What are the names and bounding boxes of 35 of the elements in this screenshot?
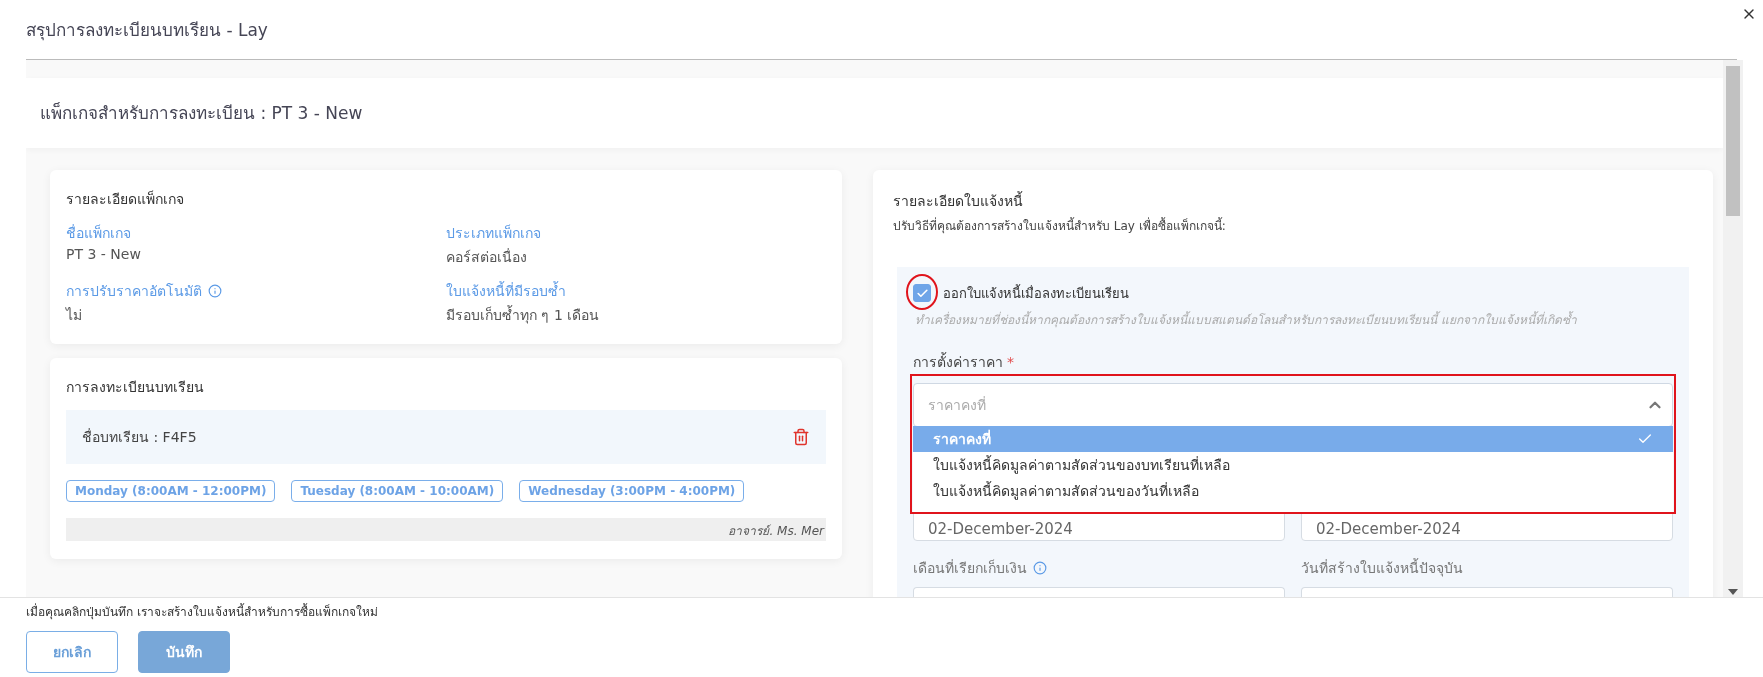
dropdown-option[interactable]: ใบแจ้งหนี้คิดมูลค่าตามสัดส่วนของบทเรียนที่เหลือ (913, 451, 1673, 478)
field-value: คอร์สต่อเนื่อง (446, 247, 528, 267)
card-subtitle: ปรับวิธีที่คุณต้องการสร้างใบแจ้งหนี้สำหรับ Lay เพื่อซื้อแพ็กเกจนี้: (893, 216, 1227, 235)
field-label: ชื่อแพ็กเกจ (66, 223, 131, 243)
scrollbar[interactable] (1723, 59, 1743, 597)
field-label: วันที่สร้างใบแจ้งหนี้ปัจจุบัน (1301, 557, 1463, 579)
checkbox-label: ออกใบแจ้งหนี้เมื่อลงทะเบียนเรียน (942, 283, 1129, 303)
package-header: แพ็กเกจสำหรับการลงทะเบียน : PT 3 - New (26, 77, 1723, 148)
card-title: รายละเอียดใบแจ้งหนี้ (893, 190, 1024, 211)
field-label: ประเภทแพ็กเกจ (446, 223, 541, 243)
scroll-down-icon[interactable] (1728, 589, 1738, 595)
dialog-title: สรุปการลงทะเบียนบทเรียน - Lay (26, 18, 268, 43)
lesson-name: ชื่อบทเรียน : F4F5 (82, 427, 197, 447)
trash-icon[interactable] (792, 427, 810, 446)
schedule-tag: Tuesday (8:00AM - 10:00AM) (291, 479, 504, 502)
schedule-tag: Wednesday (3:00PM - 4:00PM) (519, 479, 745, 502)
card-title: รายละเอียดแพ็กเกจ (66, 189, 185, 209)
teacher-name: อาจารย์. Ms. Mer (66, 517, 826, 541)
required-mark: * (1007, 353, 1014, 370)
field-label: ใบแจ้งหนี้ที่มีรอบซ้ำ (446, 280, 566, 301)
info-icon[interactable] (208, 283, 222, 298)
check-icon (915, 286, 929, 300)
checkbox-hint: ทำเครื่องหมายที่ช่องนี้หากคุณต้องการสร้างใบแจ้งหนี้แบบสแตนด์อโลนสำหรับการลงทะเบียนบทเรียนนี้ แยกจากใบแจ้งหนี้ที่เกิดซ้ำ (915, 310, 1578, 329)
schedule-tag: Monday (8:00AM - 12:00PM) (66, 479, 276, 502)
footer-note: เมื่อคุณคลิกปุ่มบันทึก เราจะสร้างใบแจ้งหนี้สำหรับการซื้อแพ็กเกจใหม่ (26, 602, 379, 621)
card-title: การลงทะเบียนบทเรียน (66, 377, 205, 397)
scrollbar-thumb[interactable] (1726, 65, 1740, 216)
checkbox[interactable] (913, 284, 931, 303)
field-label: เดือนที่เรียกเก็บเงิน (913, 558, 1027, 578)
info-icon[interactable] (1033, 560, 1047, 575)
field-value: PT 3 - New (66, 245, 142, 262)
field-label: การปรับราคาอัตโนมัติ (66, 281, 202, 301)
field-value: มีรอบเก็บซ้ำทุก ๆ 1 เดือน (446, 304, 601, 326)
field-label: การตั้งค่าราคา (913, 351, 1003, 372)
field-value: ไม่ (66, 305, 83, 325)
